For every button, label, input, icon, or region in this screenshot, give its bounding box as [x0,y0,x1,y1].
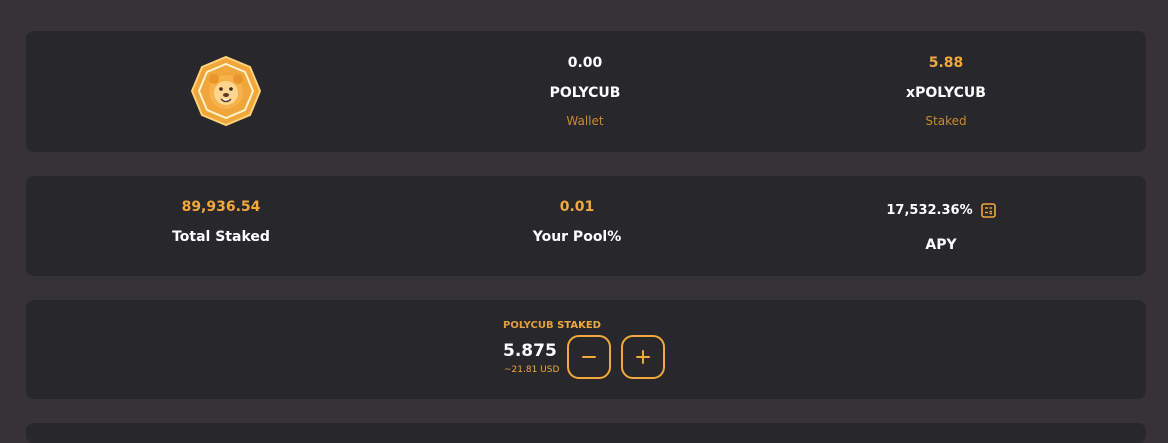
staked-label: Staked [925,114,967,128]
total-staked-label: Total Staked [172,229,270,245]
plus-icon [636,350,650,364]
unstake-button[interactable] [567,335,611,379]
your-pool-value: 0.01 [559,199,595,215]
your-pool-label: Your Pool% [532,229,622,245]
apy-stat: 17,532.36% APY [841,176,1041,276]
wallet-token: POLYCUB [549,85,621,101]
apy-row: 17,532.36% [841,203,1041,218]
staked-balance: 5.88 xPOLYCUB Staked [846,31,1046,152]
wallet-balance: 0.00 POLYCUB Wallet [485,31,685,152]
apy-value: 17,532.36% [886,203,973,218]
staked-usd-value: ~21.81 USD [504,365,560,375]
balances-card: 0.00 POLYCUB Wallet 5.88 xPOLYCUB Staked [26,31,1146,152]
total-staked-value: 89,936.54 [181,199,261,215]
staked-amount-value: 5.875 [503,341,557,361]
pool-stats-card: 89,936.54 Total Staked 0.01 Your Pool% 1… [26,176,1146,276]
staked-amount: 5.88 [928,55,964,71]
staked-title: POLYCUB STAKED [503,320,601,331]
calculator-icon[interactable] [980,203,996,218]
total-staked-stat: 89,936.54 Total Staked [121,176,321,276]
next-card [26,423,1146,443]
staked-token: xPOLYCUB [906,85,986,101]
polycub-logo-icon [190,55,262,127]
your-pool-stat: 0.01 Your Pool% [477,176,677,276]
stake-button[interactable] [621,335,665,379]
minus-icon [582,356,596,358]
staked-title-word: STAKED [557,320,601,331]
apy-label: APY [925,237,957,253]
wallet-amount: 0.00 [567,55,603,71]
stake-card: POLYCUB STAKED 5.875 ~21.81 USD [26,300,1146,399]
wallet-label: Wallet [566,114,604,128]
staked-title-token: POLYCUB [503,320,554,331]
